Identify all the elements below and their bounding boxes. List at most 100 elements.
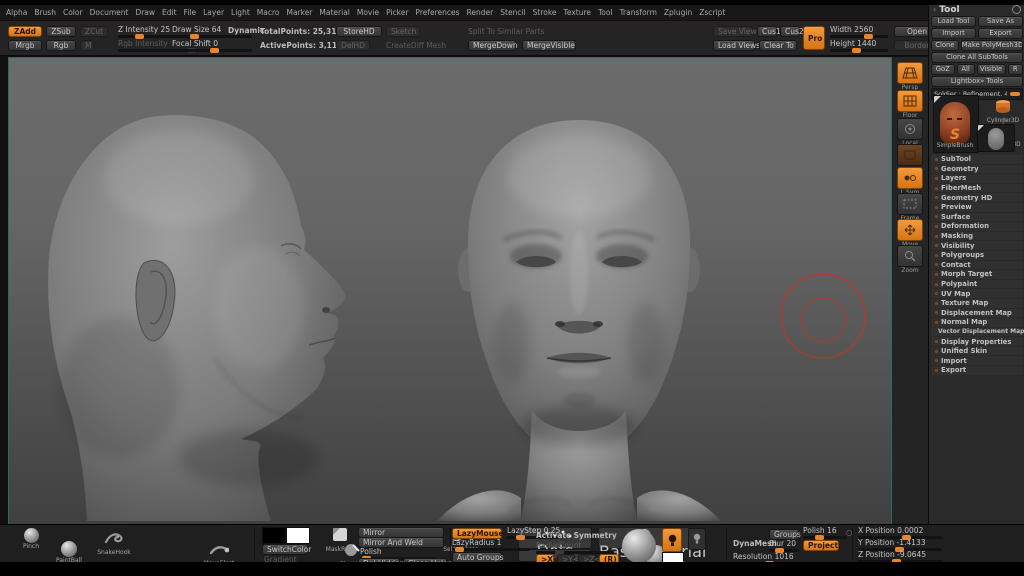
doc-height-slider[interactable]: Height 1440 [830,40,888,52]
frame-button[interactable]: Frame [897,193,923,222]
sketch-button[interactable]: Sketch [386,26,420,37]
mrgb-button[interactable]: Mrgb [8,40,42,51]
radialcount-slider[interactable]: RadialCount [536,542,614,554]
menu-tool[interactable]: Tool [598,8,613,17]
clone-all-subtools-button[interactable]: Clone All SubTools [931,52,1023,63]
project-button[interactable]: Project [803,540,839,551]
section-displacement-map[interactable]: Displacement Map [931,309,1023,318]
section-export[interactable]: Export [931,366,1023,375]
section-masking[interactable]: Masking [931,232,1023,241]
menu-render[interactable]: Render [467,8,494,17]
section-texture-map[interactable]: Texture Map [931,299,1023,308]
menu-material[interactable]: Material [319,8,349,17]
document-canvas[interactable] [8,57,892,525]
persp-button[interactable]: Persp [897,62,923,91]
menu-file[interactable]: File [184,8,197,17]
export-button[interactable]: Export [978,28,1023,39]
section-unified-skin[interactable]: Unified Skin [931,347,1023,356]
simplebrush-thumb[interactable]: S SimpleBrush [935,127,975,149]
menu-zplugin[interactable]: Zplugin [664,8,692,17]
section-vector-displacement-map[interactable]: Vector Displacement Map [931,328,1023,337]
section-uv-map[interactable]: UV Map [931,289,1023,298]
menu-marker[interactable]: Marker [286,8,312,17]
menu-macro[interactable]: Macro [257,8,280,17]
section-morph-target[interactable]: Morph Target [931,270,1023,279]
brush-slot-paintball[interactable]: PaintBall [52,541,86,564]
recent-tool-thumbnail[interactable] [977,124,1015,152]
section-polygroups[interactable]: Polygroups [931,251,1023,260]
section-surface[interactable]: Surface [931,213,1023,222]
section-fibermesh[interactable]: FiberMesh [931,184,1023,193]
import-button[interactable]: Import [931,28,976,39]
shelf-mode-button[interactable] [897,144,923,166]
tool-mini-slider[interactable] [1010,92,1020,96]
menu-draw[interactable]: Draw [135,8,155,17]
section-subtool[interactable]: SubTool [931,155,1023,164]
menu-picker[interactable]: Picker [386,8,408,17]
menu-alpha[interactable]: Alpha [6,8,27,17]
mergedown-button[interactable]: MergeDown [468,40,516,51]
dynamic-toggle[interactable]: Dynamic [228,26,264,35]
brush-slot-pinch[interactable]: Pinch [16,528,46,550]
menu-zscript[interactable]: Zscript [699,8,725,17]
menu-stencil[interactable]: Stencil [500,8,525,17]
palette-menu-icon[interactable] [1012,5,1021,14]
lightbox-tools-button[interactable]: Lightbox» Tools [931,76,1023,87]
section-display-properties[interactable]: Display Properties [931,337,1023,346]
section-normal-map[interactable]: Normal Map [931,318,1023,327]
menu-brush[interactable]: Brush [34,8,56,17]
menu-document[interactable]: Document [90,8,129,17]
activate-symmetry-toggle[interactable]: Activate Symmetry [536,531,617,540]
light-2-button[interactable] [688,528,706,550]
cus1-button[interactable]: Cus1 [757,26,777,37]
zcut-button[interactable]: ZCut [80,26,108,37]
menu-texture[interactable]: Texture [564,8,591,17]
switchcolor-button[interactable]: SwitchColor [262,544,308,555]
goz-button[interactable]: GoZ [931,64,955,75]
menu-light[interactable]: Light [231,8,250,17]
split-to-similar-button[interactable]: Split To Similar Parts [468,27,544,36]
rgb-button[interactable]: Rgb [46,40,76,51]
zsub-button[interactable]: ZSub [46,26,76,37]
menu-edit[interactable]: Edit [162,8,177,17]
section-import[interactable]: Import [931,356,1023,365]
focal-shift-slider[interactable]: Focal Shift 0 [172,40,252,52]
goz-all-button[interactable]: All [957,64,975,75]
creatediff-button[interactable]: CreateDiff Mesh [386,41,446,50]
menu-layer[interactable]: Layer [203,8,224,17]
load-views-button[interactable]: Load Views [713,40,755,51]
make-polymesh3d-button[interactable]: Make PolyMesh3D [961,40,1023,51]
menu-transform[interactable]: Transform [620,8,657,17]
section-visibility[interactable]: Visibility [931,241,1023,250]
cus2-button[interactable]: Cus2 [780,26,800,37]
cylinder3d-thumb[interactable]: Cylinder3D [983,99,1023,124]
clear-to-button[interactable]: Clear To [759,40,797,51]
goz-visible-button[interactable]: Visible [977,64,1006,75]
section-deformation[interactable]: Deformation [931,222,1023,231]
doc-width-slider[interactable]: Width 2560 [830,26,888,38]
mergevisible-button[interactable]: MergeVisible [522,40,576,51]
menu-movie[interactable]: Movie [357,8,379,17]
secondary-color-swatch[interactable] [286,527,310,544]
clone-button[interactable]: Clone [931,40,959,51]
section-layers[interactable]: Layers [931,174,1023,183]
load-tool-button[interactable]: Load Tool [931,16,976,27]
section-geometry-hd[interactable]: Geometry HD [931,193,1023,202]
section-preview[interactable]: Preview [931,203,1023,212]
main-color-swatch[interactable] [262,527,286,544]
floor-button[interactable]: Floor [897,90,923,119]
lsym-button[interactable]: L.Sym [897,167,923,196]
local-button[interactable]: Local [897,118,923,147]
save-as-button[interactable]: Save As [978,16,1023,27]
goz-r-button[interactable]: R [1008,64,1023,75]
lazyradius-slider[interactable]: LazyRadius 1 [452,539,530,551]
zadd-button[interactable]: ZAdd [8,26,42,37]
material-preview-sphere[interactable] [622,529,656,563]
section-geometry[interactable]: Geometry [931,165,1023,174]
brush-slot-snakehook[interactable]: SnakeHook [92,530,136,556]
m-button[interactable]: M [80,40,94,51]
save-views-button[interactable]: Save Views [713,26,753,37]
menu-color[interactable]: Color [63,8,83,17]
light-1-button[interactable] [662,528,682,552]
storehd-button[interactable]: StoreHD [336,26,382,37]
